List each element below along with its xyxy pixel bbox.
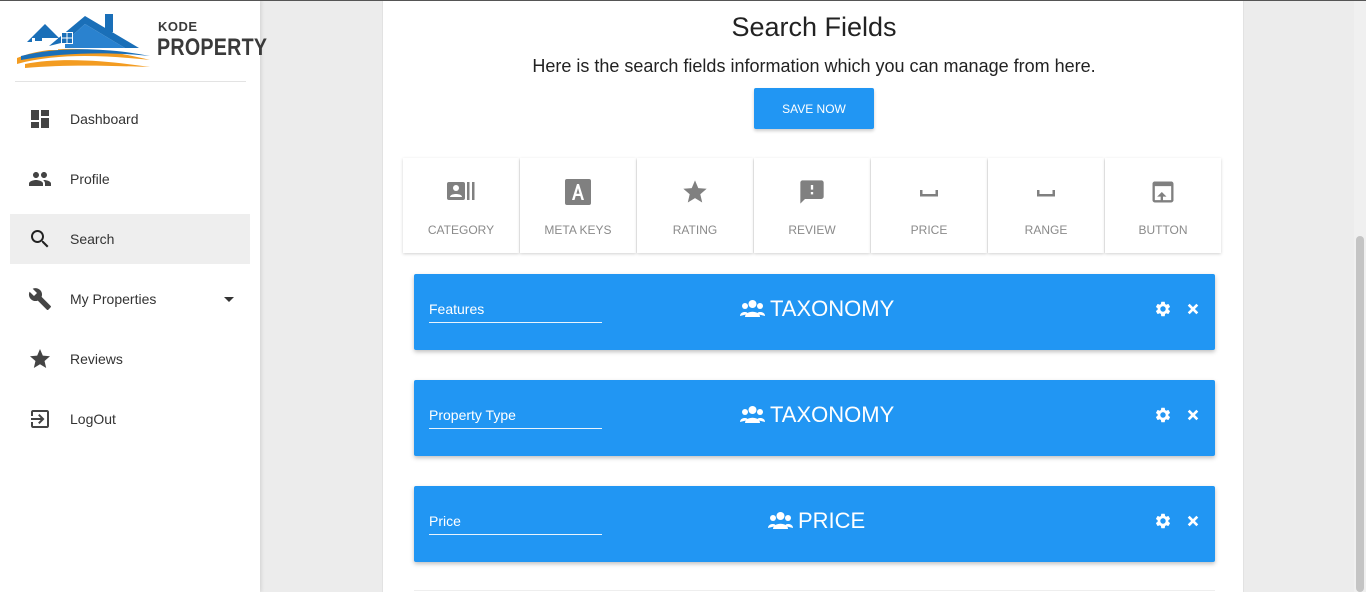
sidebar-item-search[interactable]: Search: [10, 214, 250, 264]
chevron-down-icon[interactable]: [224, 297, 234, 302]
star-icon: [30, 349, 50, 368]
top-border: [0, 0, 1366, 1]
field-type-price[interactable]: PRICE: [871, 158, 987, 253]
upload-icon: [1152, 181, 1174, 203]
brand-line1: KODE: [158, 19, 198, 34]
field-type-label: RANGE: [1024, 223, 1068, 237]
field-type-label: REVIEW: [788, 223, 836, 237]
field-type-label: BUTTON: [1138, 223, 1188, 237]
close-icon[interactable]: [1184, 300, 1202, 318]
field-type-label: META KEYS: [544, 223, 612, 237]
sidebar-item-reviews[interactable]: Reviews: [0, 334, 260, 384]
dashboard-icon: [31, 110, 49, 128]
review-icon: [800, 180, 824, 204]
search-field-row[interactable]: PRICE: [414, 486, 1215, 562]
sidebar-item-dashboard[interactable]: Dashboard: [0, 94, 260, 144]
field-type-indicator: TAXONOMY: [740, 296, 894, 322]
gear-icon[interactable]: [1154, 406, 1172, 424]
main-panel: Search Fields Here is the search fields …: [382, 0, 1244, 592]
category-icon: [447, 182, 475, 200]
field-type-label: PRICE: [910, 223, 948, 237]
page-scrollbar[interactable]: [1354, 0, 1366, 592]
sidebar-item-label: Dashboard: [70, 111, 139, 127]
logout-icon: [31, 410, 49, 428]
brand-line2: PROPERTY: [157, 34, 268, 61]
field-name-input[interactable]: [429, 511, 602, 535]
save-now-button[interactable]: SAVE NOW: [754, 88, 874, 129]
star-icon: [683, 180, 707, 203]
field-type-label: RATING: [672, 223, 718, 237]
field-name-input[interactable]: [429, 405, 602, 429]
sidebar-item-label: Profile: [70, 171, 110, 187]
close-icon[interactable]: [1184, 406, 1202, 424]
sidebar-item-logout[interactable]: LogOut: [0, 394, 260, 444]
field-type-label: TAXONOMY: [770, 296, 895, 321]
scrollbar-thumb[interactable]: [1356, 236, 1364, 592]
search-icon: [31, 230, 49, 248]
space-bar-icon: [920, 190, 938, 197]
gear-icon[interactable]: [1154, 300, 1172, 318]
field-type-review[interactable]: REVIEW: [754, 158, 870, 253]
sidebar-item-label: Search: [70, 231, 115, 247]
sidebar-item-my-properties[interactable]: My Properties: [0, 274, 260, 324]
search-field-row[interactable]: TAXONOMY: [414, 380, 1215, 456]
sidebar-item-label: My Properties: [70, 291, 157, 307]
sidebar-nav: Dashboard Profile Search My Properties R…: [0, 94, 260, 454]
meta-keys-icon: [565, 179, 591, 205]
page-title: Search Fields: [731, 12, 897, 42]
field-type-label: CATEGORY: [427, 223, 495, 237]
field-type-label: TAXONOMY: [770, 402, 895, 427]
field-type-rating[interactable]: RATING: [637, 158, 753, 253]
close-icon[interactable]: [1184, 512, 1202, 530]
space-bar-icon: [1037, 190, 1055, 197]
gear-icon[interactable]: [1154, 512, 1172, 530]
field-name-input[interactable]: [429, 299, 602, 323]
field-type-meta-keys[interactable]: META KEYS: [520, 158, 636, 253]
house-logo-icon: [17, 14, 150, 68]
group-icon: [768, 512, 793, 529]
people-icon: [29, 172, 51, 186]
field-type-indicator: PRICE: [768, 508, 865, 534]
field-type-palette: CATEGORY META KEYS RATING REVIEW PRICE R…: [403, 158, 1224, 253]
field-type-category[interactable]: CATEGORY: [403, 158, 519, 253]
group-icon: [740, 406, 765, 423]
wrench-icon: [28, 288, 51, 310]
field-type-indicator: TAXONOMY: [740, 402, 894, 428]
brand-logo[interactable]: KODE PROPERTY: [15, 12, 267, 82]
group-icon: [740, 300, 765, 317]
sidebar-item-profile[interactable]: Profile: [0, 154, 260, 204]
sidebar: KODE PROPERTY Dashboard Profile Search M…: [0, 0, 267, 592]
sidebar-item-label: LogOut: [70, 411, 116, 427]
field-type-button[interactable]: BUTTON: [1105, 158, 1221, 253]
field-type-label: PRICE: [798, 508, 866, 533]
sidebar-item-label: Reviews: [70, 351, 123, 367]
search-field-row[interactable]: TAXONOMY: [414, 274, 1215, 350]
field-type-range[interactable]: RANGE: [988, 158, 1104, 253]
page-subtitle: Here is the search fields information wh…: [532, 56, 1096, 76]
